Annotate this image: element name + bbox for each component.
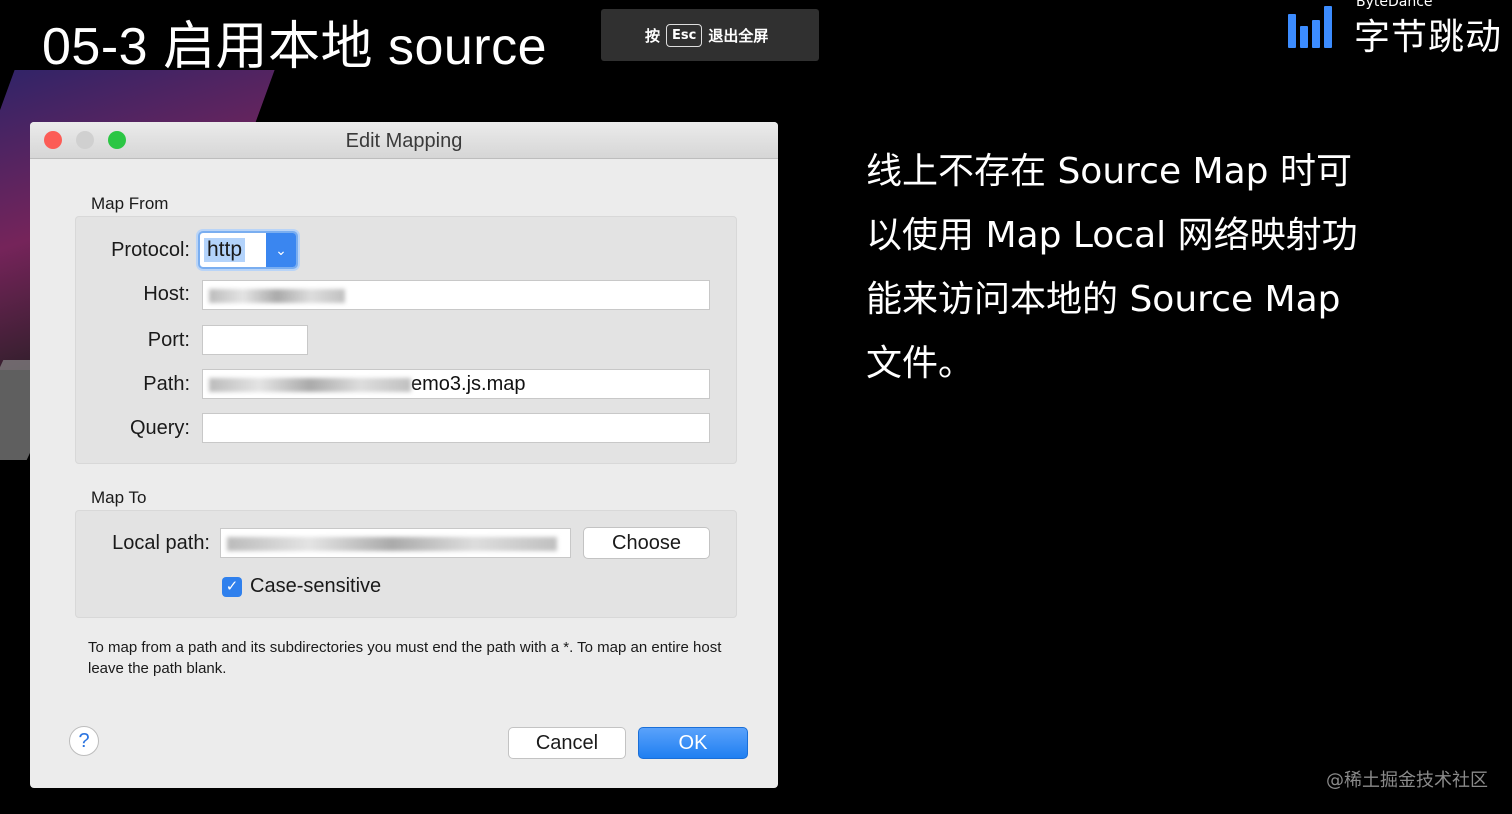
protocol-label: Protocol: [111, 239, 190, 261]
bytedance-logo-icon [1286, 6, 1342, 48]
esc-key-badge: Esc [666, 23, 703, 47]
case-sensitive-checkbox[interactable]: ✓ [222, 577, 242, 597]
dialog-title: Edit Mapping [345, 130, 463, 152]
dialog-titlebar: Edit Mapping [30, 122, 778, 159]
path-label: Path: [143, 373, 190, 395]
protocol-select[interactable]: http ⌄ [198, 231, 298, 269]
map-to-section-label: Map To [91, 488, 147, 507]
ok-button[interactable]: OK [638, 727, 748, 759]
redacted-text [227, 536, 557, 551]
protocol-selected-value: http [204, 238, 246, 262]
case-sensitive-label: Case-sensitive [250, 575, 382, 597]
port-label: Port: [147, 329, 190, 351]
redacted-text [209, 377, 411, 392]
port-field[interactable] [202, 325, 308, 355]
mapping-hint-text: To map from a path and its subdirectorie… [88, 639, 722, 677]
local-path-field[interactable] [220, 528, 571, 558]
help-button[interactable]: ? [69, 726, 99, 756]
host-label: Host: [143, 283, 190, 305]
query-field[interactable] [202, 413, 710, 443]
query-label: Query: [129, 417, 190, 439]
slide-body-text: 线上不存在 Source Map 时可以使用 Map Local 网络映射功能来… [866, 151, 1358, 384]
path-field[interactable]: emo3.js.map [202, 369, 710, 399]
toast-action-text: 退出全屏 [708, 26, 769, 45]
map-from-section-label: Map From [91, 194, 169, 213]
edit-mapping-dialog: Edit Mapping Map From Protocol: http ⌄ H… [30, 122, 778, 788]
redacted-text [209, 288, 345, 303]
chevron-down-icon: ⌄ [266, 233, 296, 267]
choose-button[interactable]: Choose [583, 527, 710, 559]
logo-chinese: 字节跳动 [1354, 17, 1503, 58]
exit-fullscreen-toast: 按 Esc 退出全屏 [601, 9, 819, 61]
slide-title: 05-3 启用本地 source [42, 18, 548, 76]
cancel-button[interactable]: Cancel [508, 727, 626, 759]
source-watermark: @稀土掘金技术社区 [1326, 770, 1488, 791]
bytedance-logo: ByteDance 字节跳动 [1286, 0, 1512, 58]
host-field[interactable] [202, 280, 710, 310]
path-value: emo3.js.map [411, 373, 526, 395]
toast-press-text: 按 [645, 26, 661, 45]
local-path-label: Local path: [112, 532, 210, 554]
